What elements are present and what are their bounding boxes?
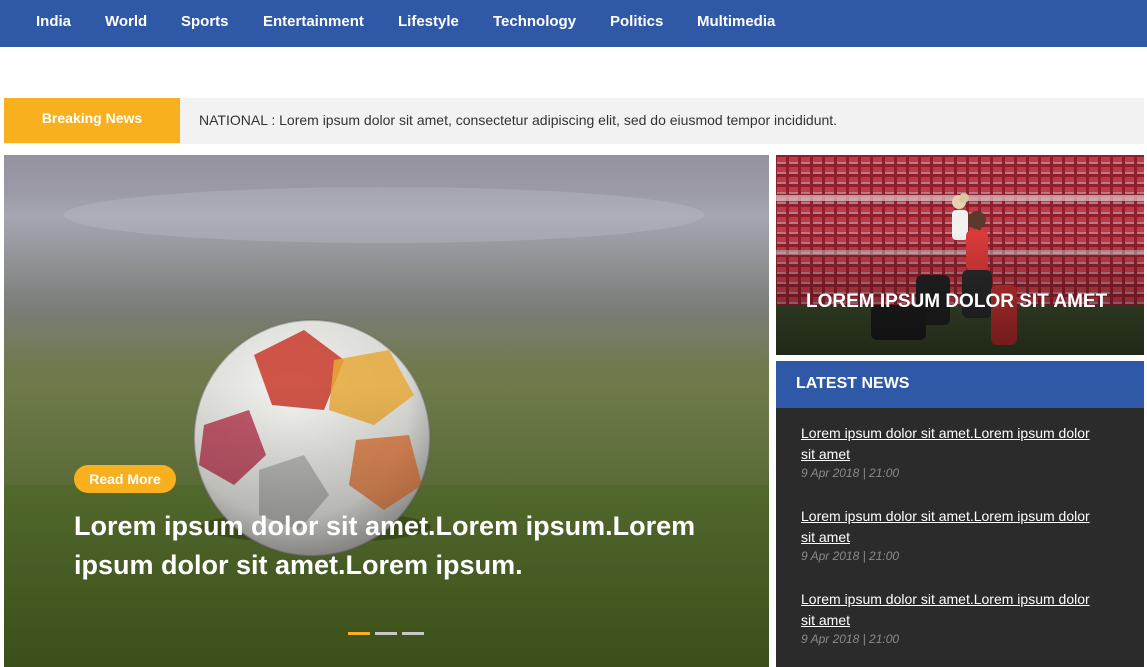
nav-item-multimedia[interactable]: Multimedia (697, 0, 775, 47)
feature-card[interactable]: LOREM IPSUM DOLOR SIT AMET (776, 155, 1144, 355)
latest-news-link[interactable]: Lorem ipsum dolor sit amet.Lorem ipsum d… (801, 423, 1101, 465)
nav-item-sports[interactable]: Sports (181, 0, 229, 47)
latest-news-date: 9 Apr 2018 | 21:00 (801, 466, 900, 480)
nav-item-lifestyle[interactable]: Lifestyle (398, 0, 459, 47)
latest-news-date: 9 Apr 2018 | 21:00 (801, 549, 900, 563)
latest-news-panel: LATEST NEWS Lorem ipsum dolor sit amet.L… (776, 361, 1144, 667)
feature-image (776, 155, 1144, 355)
latest-news-heading: LATEST NEWS (776, 361, 1144, 408)
slider-dot-1[interactable] (348, 632, 370, 635)
feature-title[interactable]: LOREM IPSUM DOLOR SIT AMET (806, 290, 1126, 313)
nav-item-entertainment[interactable]: Entertainment (263, 0, 364, 47)
latest-news-link[interactable]: Lorem ipsum dolor sit amet.Lorem ipsum d… (801, 506, 1101, 548)
breaking-news-badge[interactable]: Breaking News (4, 98, 180, 143)
breaking-news-bar: Breaking News NATIONAL : Lorem ipsum dol… (4, 98, 1144, 144)
nav-item-politics[interactable]: Politics (610, 0, 663, 47)
hero-headline[interactable]: Lorem ipsum dolor sit amet.Lorem ipsum.L… (74, 507, 734, 585)
nav-item-technology[interactable]: Technology (493, 0, 576, 47)
hero-slider: Read More Lorem ipsum dolor sit amet.Lor… (4, 155, 769, 667)
slider-dot-2[interactable] (375, 632, 397, 635)
top-nav: India World Sports Entertainment Lifesty… (0, 0, 1147, 47)
read-more-button[interactable]: Read More (74, 465, 176, 493)
latest-news-item: Lorem ipsum dolor sit amet.Lorem ipsum d… (801, 506, 1101, 564)
latest-news-item: Lorem ipsum dolor sit amet.Lorem ipsum d… (801, 589, 1101, 647)
slider-dot-3[interactable] (402, 632, 424, 635)
slider-pagination (348, 632, 429, 636)
hero-image (4, 155, 769, 667)
breaking-news-ticker[interactable]: NATIONAL : Lorem ipsum dolor sit amet, c… (199, 98, 837, 143)
nav-item-india[interactable]: India (36, 0, 71, 47)
nav-item-world[interactable]: World (105, 0, 147, 47)
latest-news-link[interactable]: Lorem ipsum dolor sit amet.Lorem ipsum d… (801, 589, 1101, 631)
latest-news-date: 9 Apr 2018 | 21:00 (801, 632, 900, 646)
latest-news-item: Lorem ipsum dolor sit amet.Lorem ipsum d… (801, 423, 1101, 481)
